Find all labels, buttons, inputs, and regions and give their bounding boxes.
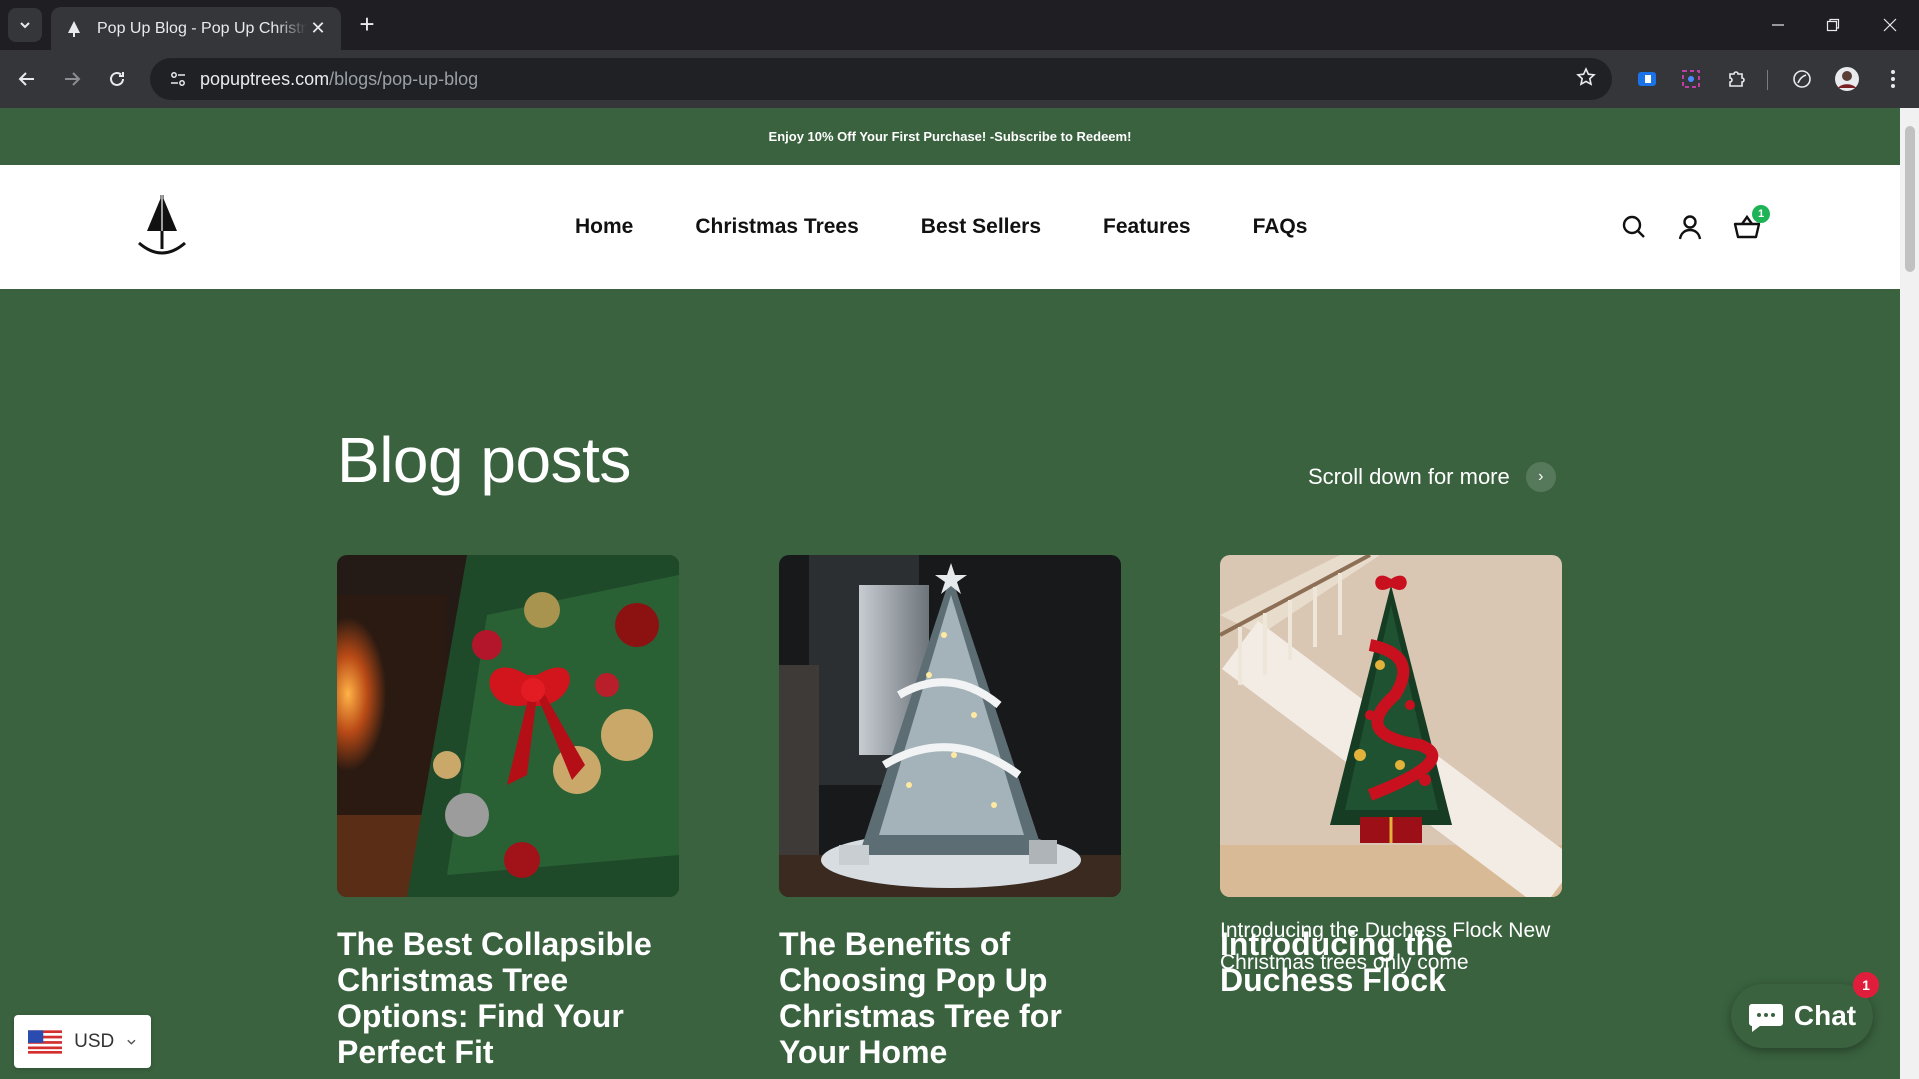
- nav-christmas-trees[interactable]: Christmas Trees: [695, 215, 858, 239]
- currency-code: USD: [74, 1030, 115, 1052]
- minimize-icon: [1772, 24, 1784, 26]
- browser-tab-bar: Pop Up Blog - Pop Up Christmas Trees ✕ +: [0, 0, 1919, 50]
- minimize-button[interactable]: [1758, 8, 1798, 42]
- extension-screenshot-icon[interactable]: [1678, 66, 1704, 92]
- post-3-excerpt: Introducing the Duchess Flock New Christ…: [1220, 919, 1551, 974]
- post-3-image[interactable]: [1220, 555, 1562, 897]
- close-tab-icon[interactable]: ✕: [307, 18, 329, 39]
- post-1-image[interactable]: [337, 555, 679, 897]
- announcement-bar[interactable]: Enjoy 10% Off Your First Purchase! -Subs…: [0, 108, 1900, 165]
- url-text: popuptrees.com/blogs/pop-up-blog: [200, 69, 478, 90]
- forward-button[interactable]: [55, 62, 89, 96]
- arrow-left-icon: [18, 72, 34, 86]
- url-host: popuptrees.com: [200, 68, 330, 89]
- nav-best-sellers[interactable]: Best Sellers: [921, 215, 1041, 239]
- browser-menu-icon[interactable]: [1880, 66, 1906, 92]
- browser-toolbar: popuptrees.com/blogs/pop-up-blog: [0, 50, 1919, 108]
- arrow-right-icon: [65, 72, 81, 86]
- cart-count-badge: 1: [1752, 205, 1770, 223]
- scroll-more-label: Scroll down for more: [1308, 464, 1510, 489]
- chevron-down-icon: [127, 1039, 136, 1045]
- bookmark-star-icon[interactable]: [1576, 67, 1596, 92]
- site-info-icon[interactable]: [156, 70, 200, 88]
- tab-title: Pop Up Blog - Pop Up Christmas Trees: [97, 19, 307, 37]
- scroll-more-link[interactable]: Scroll down for more ›: [1308, 462, 1556, 492]
- extensions-puzzle-icon[interactable]: [1723, 66, 1749, 92]
- chat-button[interactable]: Chat: [1731, 984, 1873, 1048]
- extension-translate-icon[interactable]: [1634, 66, 1660, 92]
- tree-favicon-icon: [63, 18, 85, 40]
- toolbar-divider: [1767, 70, 1768, 90]
- chat-bubble-icon: [1748, 1004, 1783, 1032]
- reload-icon: [110, 71, 124, 86]
- profile-avatar[interactable]: [1834, 66, 1860, 92]
- scrollbar-thumb[interactable]: [1905, 126, 1915, 272]
- url-path: /blogs/pop-up-blog: [329, 68, 479, 89]
- new-tab-button[interactable]: +: [352, 10, 382, 40]
- account-icon[interactable]: [1674, 211, 1706, 243]
- chevron-down-icon: [20, 22, 30, 29]
- chevron-right-icon: ›: [1525, 462, 1556, 492]
- reload-button[interactable]: [100, 62, 134, 96]
- us-flag-icon: [28, 1029, 63, 1054]
- address-bar[interactable]: popuptrees.com/blogs/pop-up-blog: [150, 58, 1612, 100]
- post-1-title[interactable]: The Best Collapsible Christmas Tree Opti…: [337, 926, 679, 1070]
- extension-leaf-icon[interactable]: [1789, 66, 1815, 92]
- main-nav: Home Christmas Trees Best Sellers Featur…: [575, 165, 1307, 289]
- site-header: Home Christmas Trees Best Sellers Featur…: [0, 165, 1900, 289]
- post-2-image[interactable]: [779, 555, 1121, 897]
- browser-tab-active[interactable]: Pop Up Blog - Pop Up Christmas Trees ✕: [51, 7, 341, 50]
- close-icon: [1883, 18, 1897, 32]
- currency-selector[interactable]: USD: [14, 1015, 151, 1068]
- restore-button[interactable]: [1813, 8, 1853, 42]
- page-scrollbar[interactable]: [1900, 108, 1919, 1079]
- restore-icon: [1826, 18, 1840, 32]
- tab-search-button[interactable]: [8, 8, 42, 42]
- site-logo[interactable]: [133, 191, 191, 261]
- chat-notification-badge: 1: [1853, 972, 1879, 998]
- chat-label: Chat: [1793, 1000, 1857, 1031]
- web-page: Enjoy 10% Off Your First Purchase! -Subs…: [0, 108, 1900, 1079]
- page-title: Blog posts: [337, 424, 631, 496]
- search-icon[interactable]: [1618, 211, 1650, 243]
- nav-faqs[interactable]: FAQs: [1253, 215, 1308, 239]
- post-2-title[interactable]: The Benefits of Choosing Pop Up Christma…: [779, 926, 1121, 1070]
- nav-features[interactable]: Features: [1103, 215, 1191, 239]
- back-button[interactable]: [10, 62, 44, 96]
- close-window-button[interactable]: [1870, 8, 1910, 42]
- nav-home[interactable]: Home: [575, 215, 633, 239]
